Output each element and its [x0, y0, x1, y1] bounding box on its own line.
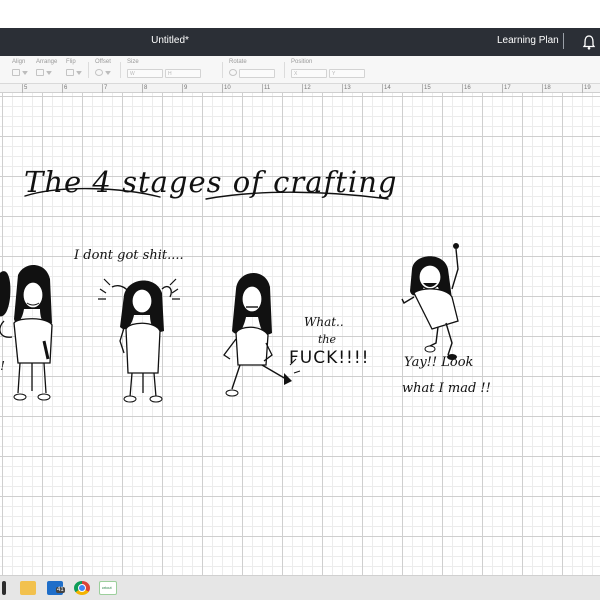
offset-label: Offset — [95, 59, 111, 65]
position-y-field[interactable]: Y — [329, 69, 365, 78]
flip-tool[interactable]: Flip — [66, 59, 82, 81]
headline-text[interactable]: The 4 stages of crafting — [24, 165, 397, 199]
ruler-number: 19 — [584, 85, 591, 91]
ruler-number: 11 — [264, 85, 271, 91]
stage-one-figure — [0, 264, 53, 401]
flip-icon — [66, 69, 74, 76]
height-field[interactable]: H — [165, 69, 201, 78]
ruler-number: 8 — [144, 85, 148, 91]
stage-three-caption-line1[interactable]: What.. — [304, 315, 344, 329]
cricut-label: cricut — [102, 585, 112, 590]
chevron-down-icon — [105, 71, 111, 75]
windows-icon[interactable] — [2, 581, 6, 595]
horizontal-ruler: 5 6 7 8 9 10 11 12 13 14 15 16 17 18 19 — [0, 84, 600, 93]
cricut-icon[interactable]: cricut — [99, 581, 117, 595]
design-canvas[interactable]: The 4 stages of crafting s! I dont got s… — [0, 93, 600, 575]
chevron-down-icon — [46, 71, 52, 75]
ruler-number: 14 — [384, 85, 391, 91]
align-icon — [12, 69, 20, 76]
offset-tool[interactable]: Offset — [95, 59, 111, 81]
size-label: Size — [127, 59, 139, 65]
stage-four-caption-line2[interactable]: what I mad !! — [402, 381, 491, 396]
arrange-label: Arrange — [36, 59, 58, 65]
unread-badge: 41 — [56, 587, 65, 593]
stage-three-figure — [223, 272, 301, 397]
document-title[interactable]: Untitled* — [0, 35, 340, 46]
notification-bell-icon[interactable] — [582, 34, 596, 50]
ruler-number: 9 — [184, 85, 188, 91]
chrome-icon[interactable] — [74, 581, 90, 595]
ruler-number: 7 — [104, 85, 108, 91]
align-tool[interactable]: Align — [12, 59, 28, 81]
toolbar-divider — [222, 62, 223, 78]
outlook-icon[interactable]: 41 — [47, 581, 65, 595]
title-divider — [563, 33, 564, 49]
arrange-icon — [36, 69, 44, 76]
offset-icon — [95, 69, 103, 76]
ruler-number: 16 — [464, 85, 471, 91]
y-prefix: Y — [332, 71, 336, 77]
stage-four-caption-line1[interactable]: Yay!! Look — [404, 355, 473, 370]
stage-two-caption[interactable]: I dont got shit.... — [74, 248, 184, 263]
ruler-number: 12 — [304, 85, 311, 91]
height-prefix: H — [168, 71, 172, 77]
rotate-label: Rotate — [229, 59, 247, 65]
file-explorer-icon[interactable] — [20, 581, 36, 595]
stage-two-figure — [98, 278, 180, 403]
rotate-icon — [229, 69, 237, 76]
align-label: Align — [12, 59, 26, 65]
ruler-number: 5 — [24, 85, 28, 91]
width-prefix: W — [130, 71, 135, 77]
toolbar-divider — [88, 62, 89, 78]
arrange-tool[interactable]: Arrange — [36, 59, 57, 81]
design-space-window: Untitled* Learning Plan Align Arrange Fl… — [0, 0, 600, 600]
position-x-field[interactable]: X — [291, 69, 327, 78]
ruler-number: 15 — [424, 85, 431, 91]
edit-toolbar: Align Arrange Flip Offset Size W H Rotat… — [0, 56, 600, 124]
stage-three-caption-line2[interactable]: the — [318, 333, 336, 346]
width-field[interactable]: W — [127, 69, 163, 78]
chevron-down-icon — [22, 71, 28, 75]
ruler-number: 10 — [224, 85, 231, 91]
learning-plan-link[interactable]: Learning Plan — [497, 35, 559, 46]
top-whitespace — [0, 0, 600, 28]
ruler-number: 13 — [344, 85, 351, 91]
size-tool: Size W H — [127, 59, 201, 81]
flip-label: Flip — [66, 59, 76, 65]
chevron-down-icon — [76, 71, 82, 75]
position-label: Position — [291, 59, 313, 65]
stage-three-caption-line3[interactable]: FUCK!!!! — [289, 348, 370, 368]
stage-four-figure — [401, 243, 459, 360]
rotate-tool: Rotate — [229, 59, 275, 81]
windows-taskbar: 41 cricut — [0, 575, 600, 600]
ruler-number: 6 — [64, 85, 68, 91]
ruler-number: 18 — [544, 85, 551, 91]
title-bar: Untitled* Learning Plan — [0, 28, 600, 56]
toolbar-divider — [120, 62, 121, 78]
ruler-number: 17 — [504, 85, 511, 91]
x-prefix: X — [294, 71, 298, 77]
toolbar-divider — [284, 62, 285, 78]
position-tool: Position X Y — [291, 59, 365, 81]
stage-one-caption[interactable]: s! — [0, 359, 5, 373]
rotate-field[interactable] — [239, 69, 275, 78]
